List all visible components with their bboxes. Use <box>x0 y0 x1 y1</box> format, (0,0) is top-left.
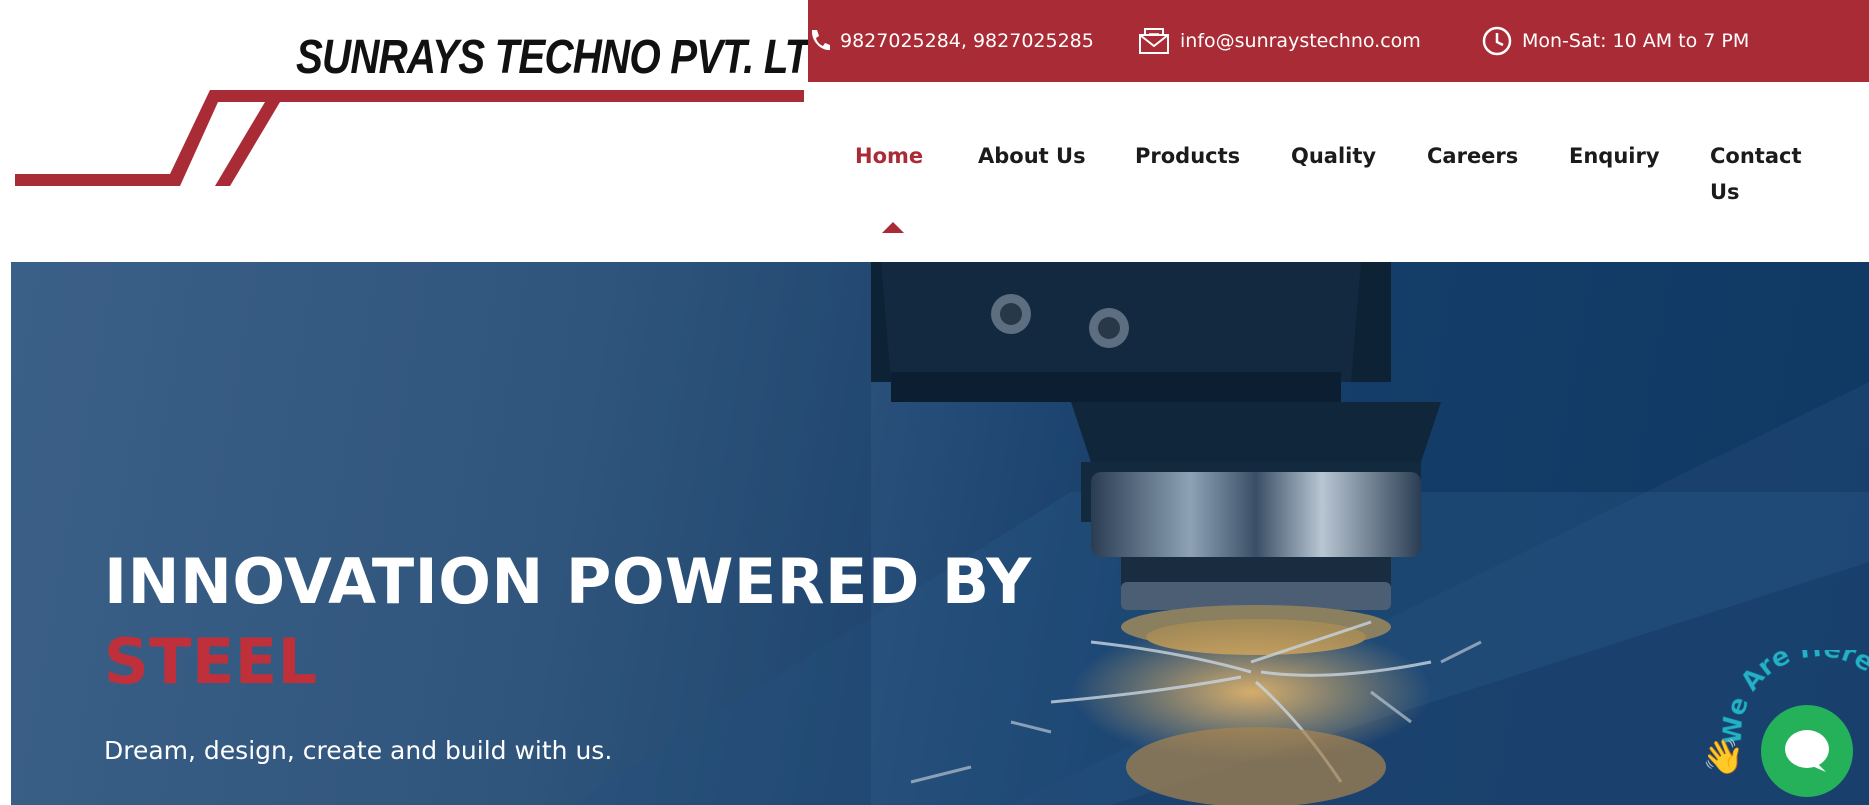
email-info[interactable]: info@sunraystechno.com <box>1138 0 1421 82</box>
hero-subtitle: Dream, design, create and build with us. <box>104 736 613 765</box>
top-info-bar: 9827025284, 9827025285 info@sunraystechn… <box>808 0 1869 82</box>
hero-title-line1: INNOVATION POWERED BY <box>104 545 1032 618</box>
nav-home[interactable]: Home <box>855 138 923 174</box>
chat-open-button[interactable] <box>1761 705 1853 797</box>
nav-enquiry[interactable]: Enquiry <box>1569 138 1660 174</box>
clock-icon <box>1482 26 1512 56</box>
nav-contact-label: Contact <box>1710 144 1802 168</box>
chat-bubble-icon <box>1785 730 1829 772</box>
phone-icon <box>808 28 830 54</box>
nav-contact-label-line2: Us <box>1710 180 1740 204</box>
hero-banner: INNOVATION POWERED BY STEEL Dream, desig… <box>11 262 1869 805</box>
active-indicator-caret <box>882 222 904 233</box>
nav-products[interactable]: Products <box>1135 138 1240 174</box>
envelope-icon <box>1138 27 1170 55</box>
nav-quality[interactable]: Quality <box>1291 138 1376 174</box>
phone-info[interactable]: 9827025284, 9827025285 <box>808 0 1094 82</box>
email-address: info@sunraystechno.com <box>1180 30 1421 52</box>
hero-title-accent: STEEL <box>104 625 318 698</box>
phone-numbers: 9827025284, 9827025285 <box>840 30 1094 52</box>
nav-contact-us[interactable]: Contact Us <box>1710 138 1802 204</box>
business-hours: Mon-Sat: 10 AM to 7 PM <box>1522 30 1750 52</box>
hero-background-image <box>11 262 1869 805</box>
nav-careers[interactable]: Careers <box>1427 138 1518 174</box>
brand-name: SUNRAYS TECHNO PVT. LTD <box>296 31 838 84</box>
main-nav: Home About Us Products Quality Careers E… <box>0 138 1869 233</box>
hero-title: INNOVATION POWERED BY STEEL <box>104 542 1032 702</box>
nav-about-us[interactable]: About Us <box>978 138 1086 174</box>
waving-hand-icon: 👋 <box>1702 738 1745 776</box>
hours-info: Mon-Sat: 10 AM to 7 PM <box>1482 0 1749 82</box>
chat-widget[interactable]: We Are Here! 👋 <box>1700 650 1869 805</box>
